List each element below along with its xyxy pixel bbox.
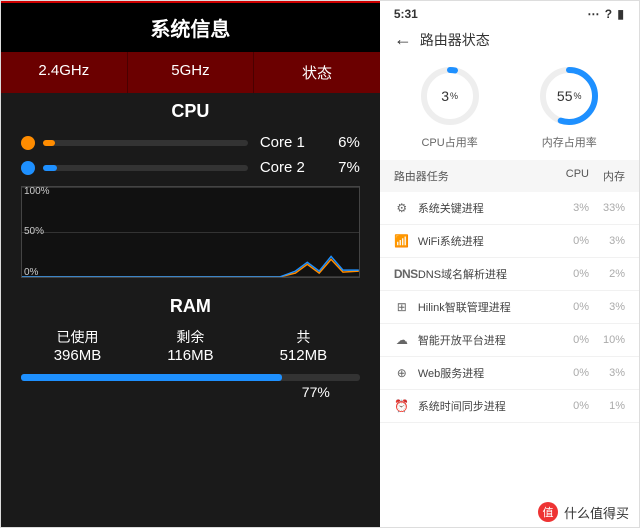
page-title: 系统信息 (1, 1, 380, 52)
status-bar: 5:31 ⋯ ? ▮ (380, 1, 639, 23)
globe-icon: ⊕ (394, 366, 410, 380)
wifi-icon: 📶 (394, 234, 410, 248)
tab-status[interactable]: 状态 (253, 52, 380, 93)
task-row[interactable]: ⏰ 系统时间同步进程0%1% (380, 390, 639, 423)
task-mem: 3% (589, 367, 625, 379)
memory-gauge-value: 55 (557, 88, 573, 104)
th-task: 路由器任务 (394, 168, 553, 184)
task-mem: 2% (589, 268, 625, 280)
ram-free-label: 剩余 (134, 327, 247, 347)
task-name: DNS域名解析进程 (418, 266, 553, 282)
th-cpu: CPU (553, 168, 589, 184)
ram-bar (21, 374, 360, 381)
task-mem: 1% (589, 400, 625, 412)
task-name: 智能开放平台进程 (418, 332, 553, 348)
link-icon: ⊞ (394, 300, 410, 314)
cpu-gauge-value: 3 (441, 88, 449, 104)
task-row[interactable]: ⚙ 系统关键进程3%33% (380, 192, 639, 225)
core-row: Core 2 7% (21, 159, 360, 176)
router-status-panel: 5:31 ⋯ ? ▮ ← 路由器状态 3% CPU占用率 55% 内存占用率 (380, 1, 639, 527)
task-list: ⚙系统关键进程3%33%📶WiFi系统进程0%3%DNSDNS域名解析进程0%2… (380, 192, 639, 423)
watermark-badge-icon: 值 (538, 502, 558, 522)
task-cpu: 3% (553, 202, 589, 214)
watermark-text: 什么值得买 (564, 503, 629, 522)
task-cpu: 0% (553, 400, 589, 412)
task-cpu: 0% (553, 334, 589, 346)
system-info-panel: 系统信息 2.4GHz 5GHz 状态 CPU Core 1 6% Core 2… (1, 1, 380, 527)
ram-heading: RAM (1, 288, 380, 321)
task-mem: 3% (589, 301, 625, 313)
core-row: Core 1 6% (21, 134, 360, 151)
task-name: Web服务进程 (418, 365, 553, 381)
tab-2-4ghz[interactable]: 2.4GHz (1, 52, 127, 93)
task-row[interactable]: DNS DNS域名解析进程0%2% (380, 258, 639, 291)
core1-color-dot (21, 136, 35, 150)
task-cpu: 0% (553, 235, 589, 247)
task-table-header: 路由器任务 CPU 内存 (380, 160, 639, 192)
tab-bar: 2.4GHz 5GHz 状态 (1, 52, 380, 93)
status-time: 5:31 (394, 7, 418, 21)
core2-label: Core 2 (260, 159, 320, 176)
gear-icon: ⚙ (394, 201, 410, 215)
core2-color-dot (21, 161, 35, 175)
core1-pct: 6% (320, 134, 360, 151)
core1-bar (43, 140, 248, 146)
ram-used: 已使用 396MB (21, 327, 134, 364)
cpu-gauge: 3% CPU占用率 (418, 64, 482, 150)
memory-gauge-label: 内存占用率 (537, 134, 601, 150)
task-name: Hilink智联管理进程 (418, 299, 553, 315)
th-mem: 内存 (589, 168, 625, 184)
ram-total-label: 共 (247, 327, 360, 347)
ram-free: 剩余 116MB (134, 327, 247, 364)
task-row[interactable]: ⊞ Hilink智联管理进程0%3% (380, 291, 639, 324)
task-name: WiFi系统进程 (418, 233, 553, 249)
core2-bar (43, 165, 248, 171)
task-mem: 10% (589, 334, 625, 346)
task-row[interactable]: 📶 WiFi系统进程0%3% (380, 225, 639, 258)
task-name: 系统关键进程 (418, 200, 553, 216)
ram-total-value: 512MB (247, 347, 360, 364)
task-cpu: 0% (553, 268, 589, 280)
task-mem: 33% (589, 202, 625, 214)
task-cpu: 0% (553, 367, 589, 379)
dns-icon: DNS (394, 267, 410, 281)
core1-label: Core 1 (260, 134, 320, 151)
screen-title: 路由器状态 (420, 30, 490, 50)
back-icon[interactable]: ← (394, 29, 412, 50)
cloud-icon: ☁ (394, 333, 410, 347)
tab-5ghz[interactable]: 5GHz (127, 52, 254, 93)
task-row[interactable]: ⊕ Web服务进程0%3% (380, 357, 639, 390)
ram-pct: 77% (21, 384, 360, 400)
task-name: 系统时间同步进程 (418, 398, 553, 414)
cpu-history-chart: 100% 50% 0% (21, 186, 360, 278)
clock-icon: ⏰ (394, 399, 410, 413)
ram-used-value: 396MB (21, 347, 134, 364)
cpu-heading: CPU (1, 93, 380, 126)
core2-pct: 7% (320, 159, 360, 176)
status-icons: ⋯ ? ▮ (587, 7, 625, 21)
task-cpu: 0% (553, 301, 589, 313)
task-mem: 3% (589, 235, 625, 247)
ram-total: 共 512MB (247, 327, 360, 364)
ram-free-value: 116MB (134, 347, 247, 364)
watermark: 值 什么值得买 (380, 497, 639, 527)
task-row[interactable]: ☁ 智能开放平台进程0%10% (380, 324, 639, 357)
cpu-gauge-label: CPU占用率 (418, 134, 482, 150)
memory-gauge: 55% 内存占用率 (537, 64, 601, 150)
ram-used-label: 已使用 (21, 327, 134, 347)
